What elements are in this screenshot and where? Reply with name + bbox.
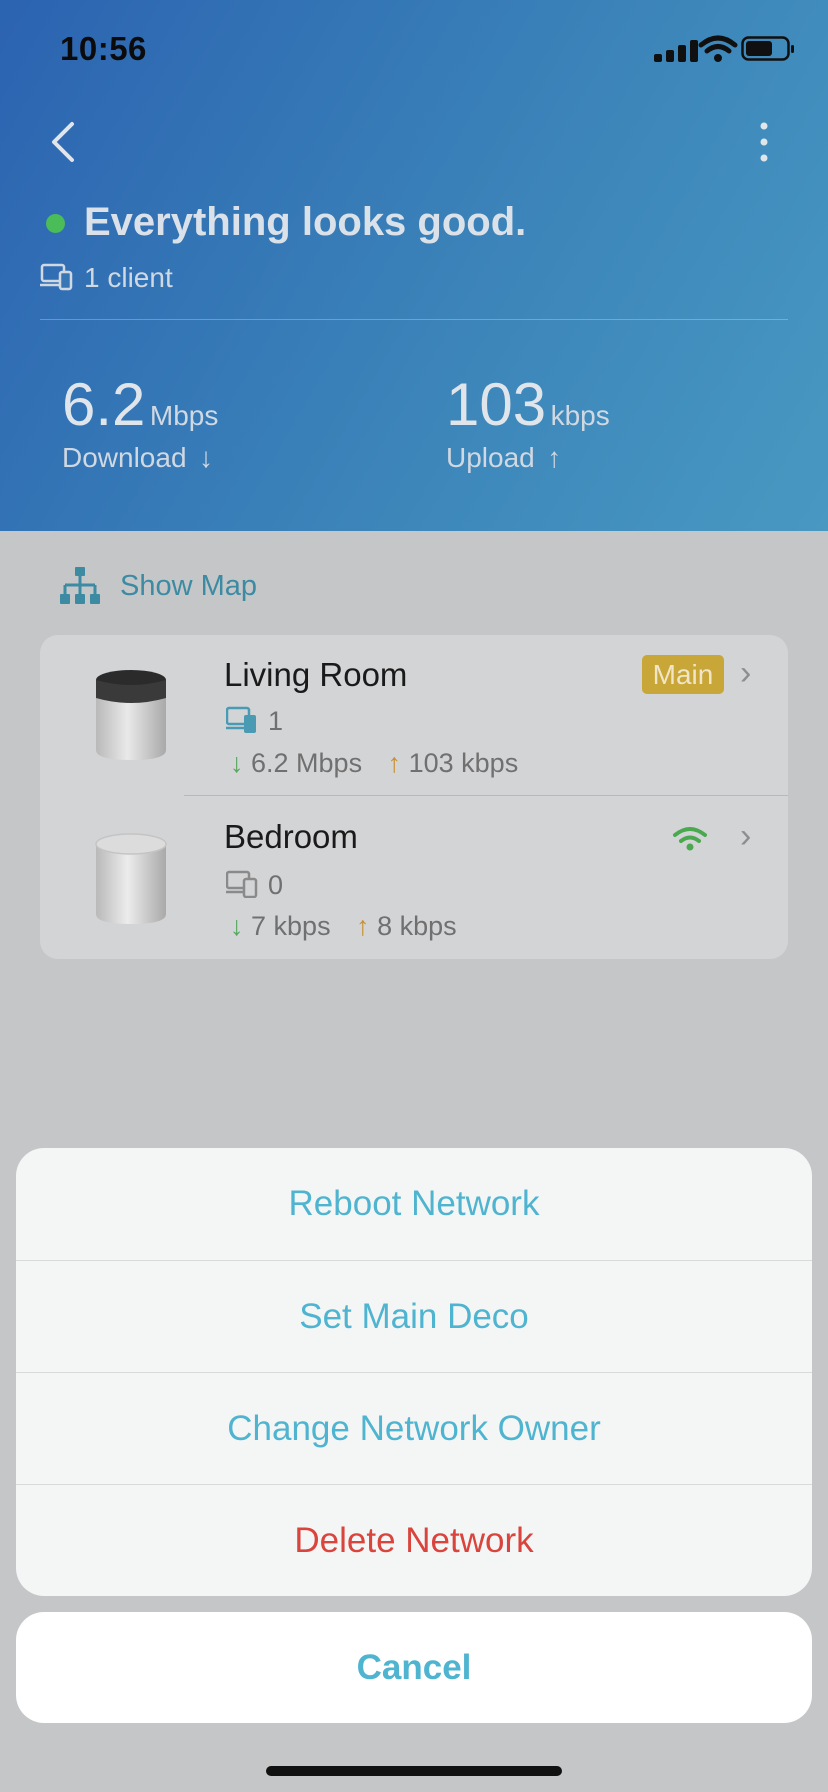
action-sheet: Reboot Network Set Main Deco Change Netw…	[16, 1148, 812, 1596]
modal-backdrop[interactable]	[0, 0, 828, 531]
home-indicator[interactable]	[266, 1766, 562, 1776]
cancel-button[interactable]: Cancel	[16, 1612, 812, 1723]
deco-upload-speed: 8 kbps	[377, 911, 457, 941]
deco-name: Bedroom	[224, 818, 358, 855]
show-map-link[interactable]: Show Map	[120, 570, 257, 603]
main-badge: Main	[642, 655, 724, 694]
deco-device-image	[95, 833, 167, 924]
deco-name: Living Room	[224, 656, 408, 693]
deco-download-speed: 6.2 Mbps	[251, 748, 363, 778]
upload-arrow-icon: ↑	[387, 748, 402, 778]
set-main-deco-button[interactable]: Set Main Deco	[16, 1260, 812, 1372]
download-arrow-icon: ↓	[230, 748, 244, 778]
network-map-icon[interactable]	[58, 566, 102, 606]
deco-client-count: 1	[268, 706, 284, 736]
delete-network-button[interactable]: Delete Network	[16, 1484, 812, 1596]
deco-device-image	[96, 670, 166, 760]
deco-speed-row: ↓ 6.2 Mbps ↑ 103 kbps	[230, 748, 518, 779]
deco-download-speed: 7 kbps	[251, 911, 331, 941]
change-network-owner-button[interactable]: Change Network Owner	[16, 1372, 812, 1484]
wifi-signal-icon	[673, 827, 707, 851]
client-device-icon	[226, 870, 258, 898]
reboot-network-button[interactable]: Reboot Network	[16, 1148, 812, 1260]
chevron-right-icon[interactable]: ›	[740, 654, 751, 693]
deco-speed-row: ↓ 7 kbps ↑ 8 kbps	[230, 911, 457, 942]
client-device-icon	[226, 706, 256, 733]
download-arrow-icon: ↓	[230, 911, 244, 941]
deco-upload-speed: 103 kbps	[408, 748, 519, 778]
upload-arrow-icon: ↑	[356, 911, 370, 941]
deco-client-count: 0	[268, 870, 284, 900]
chevron-right-icon[interactable]: ›	[740, 817, 751, 856]
